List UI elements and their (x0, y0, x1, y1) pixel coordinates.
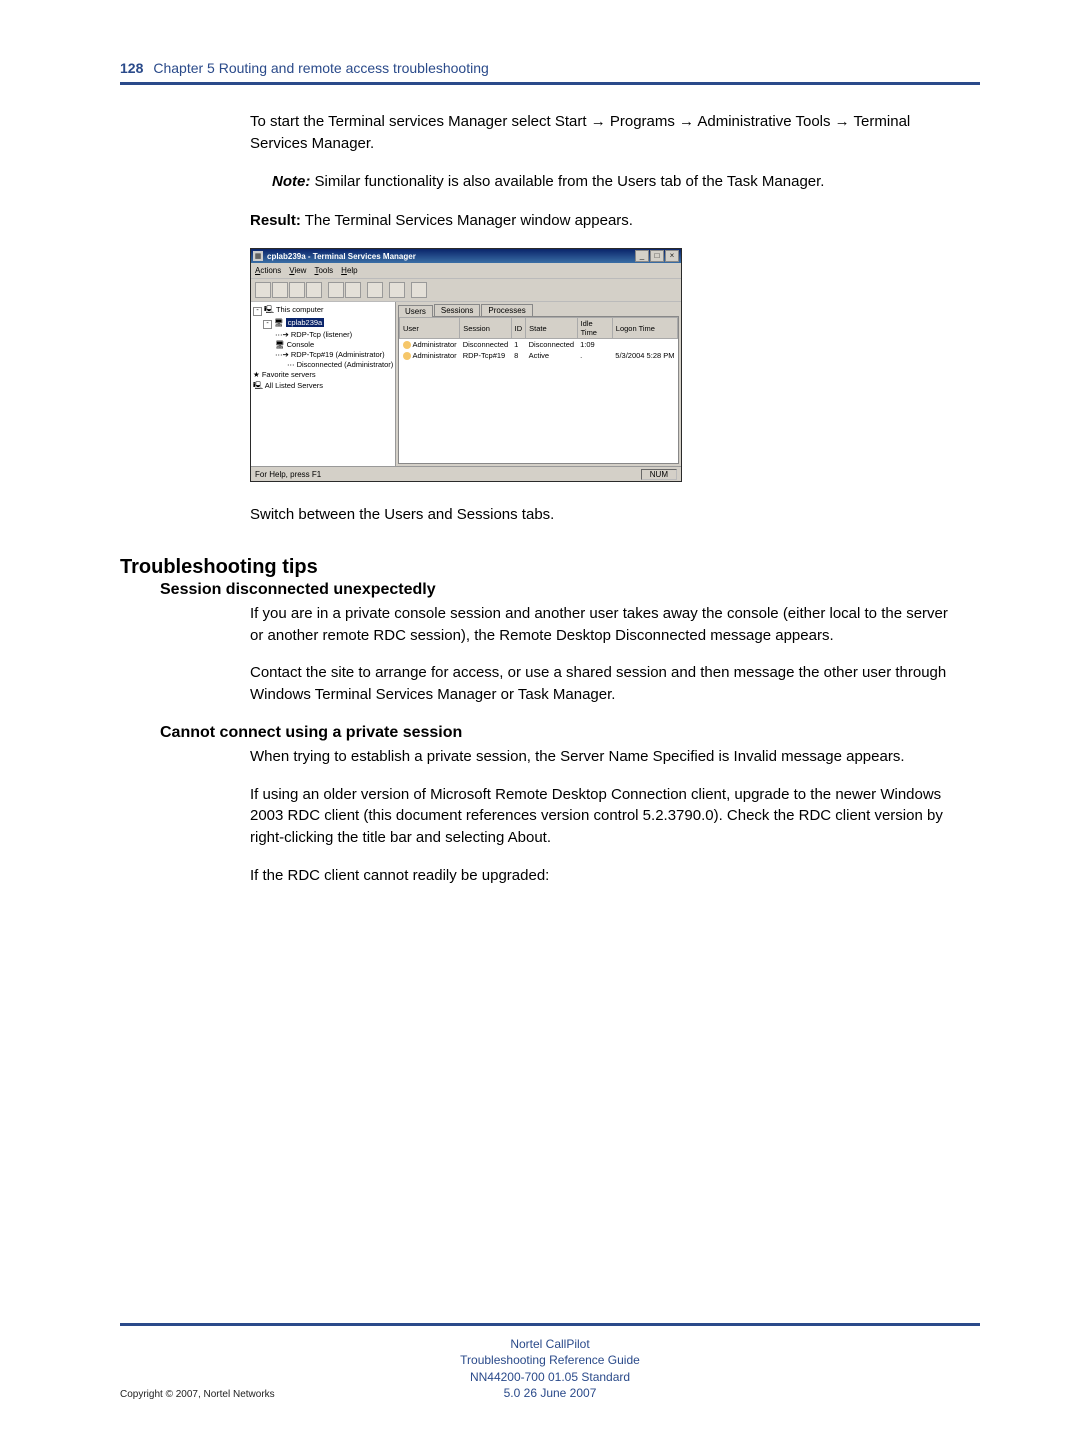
result-block: Result: The Terminal Services Manager wi… (250, 210, 960, 232)
tree-favorites[interactable]: Favorite servers (262, 370, 316, 379)
menu-bar: Actions View Tools Help (251, 263, 681, 279)
tree-collapse-icon[interactable]: - (263, 320, 272, 329)
maximize-button[interactable]: □ (650, 250, 664, 262)
col-id[interactable]: ID (511, 318, 526, 339)
status-help-text: For Help, press F1 (255, 470, 321, 479)
close-button[interactable]: × (665, 250, 679, 262)
user-icon (403, 341, 411, 349)
tree-node[interactable]: Disconnected (Administrator) (297, 360, 394, 369)
toolbar-button[interactable] (272, 282, 288, 298)
col-user[interactable]: User (400, 318, 460, 339)
heading-troubleshooting-tips: Troubleshooting tips (120, 556, 960, 579)
users-grid[interactable]: User Session ID State Idle Time Logon Ti… (398, 316, 679, 464)
tree-collapse-icon[interactable]: - (253, 307, 262, 316)
page-footer: Nortel CallPilot Troubleshooting Referen… (120, 1323, 980, 1400)
user-icon (403, 352, 411, 360)
tab-sessions[interactable]: Sessions (434, 304, 480, 316)
tab-processes[interactable]: Processes (481, 304, 532, 316)
note-text: Similar functionality is also available … (310, 173, 824, 190)
result-text: The Terminal Services Manager window app… (301, 212, 633, 229)
col-state[interactable]: State (526, 318, 577, 339)
toolbar-button[interactable] (389, 282, 405, 298)
tree-server-selected[interactable]: cplab239a (286, 318, 325, 327)
toolbar-button[interactable] (306, 282, 322, 298)
status-numlock: NUM (641, 469, 677, 480)
paragraph: If using an older version of Microsoft R… (250, 784, 960, 849)
note-label: Note: (272, 173, 310, 190)
tree-root[interactable]: This computer (276, 305, 324, 314)
toolbar-button[interactable] (345, 282, 361, 298)
tree-node[interactable]: Console (287, 340, 315, 349)
paragraph-switch-tabs: Switch between the Users and Sessions ta… (250, 504, 960, 526)
paragraph: If you are in a private console session … (250, 603, 960, 647)
tabs: Users Sessions Processes (396, 302, 681, 316)
heading-session-disconnected: Session disconnected unexpectedly (160, 581, 960, 599)
menu-actions[interactable]: Actions (255, 266, 281, 275)
result-label: Result: (250, 212, 301, 229)
footer-line3: NN44200-700 01.05 Standard (120, 1369, 980, 1385)
toolbar-button[interactable] (328, 282, 344, 298)
col-session[interactable]: Session (460, 318, 511, 339)
tree-all-servers[interactable]: All Listed Servers (265, 381, 323, 390)
toolbar (251, 279, 681, 302)
minimize-button[interactable]: _ (635, 250, 649, 262)
paragraph: If the RDC client cannot readily be upgr… (250, 865, 960, 887)
page-number: 128 (120, 60, 143, 76)
paragraph: When trying to establish a private sessi… (250, 746, 960, 768)
toolbar-button[interactable] (289, 282, 305, 298)
footer-line2: Troubleshooting Reference Guide (120, 1352, 980, 1368)
window-title: cplab239a - Terminal Services Manager (267, 252, 634, 261)
chapter-title: Chapter 5 Routing and remote access trou… (153, 60, 488, 76)
heading-cannot-connect-private: Cannot connect using a private session (160, 724, 960, 742)
col-idle[interactable]: Idle Time (577, 318, 612, 339)
paragraph-start-instructions: To start the Terminal services Manager s… (250, 111, 960, 155)
tab-users[interactable]: Users (398, 305, 433, 317)
menu-view[interactable]: View (289, 266, 306, 275)
toolbar-button[interactable] (255, 282, 271, 298)
paragraph: Contact the site to arrange for access, … (250, 662, 960, 706)
tree-node[interactable]: RDP-Tcp (listener) (291, 330, 352, 339)
table-row[interactable]: Administrator Disconnected 1 Disconnecte… (400, 339, 678, 351)
window-titlebar[interactable]: ▦ cplab239a - Terminal Services Manager … (251, 249, 681, 263)
terminal-services-manager-window: ▦ cplab239a - Terminal Services Manager … (250, 248, 682, 482)
page-header: 128 Chapter 5 Routing and remote access … (120, 60, 980, 85)
app-icon: ▦ (253, 251, 263, 261)
col-logon[interactable]: Logon Time (612, 318, 677, 339)
status-bar: For Help, press F1 NUM (251, 466, 681, 481)
menu-help[interactable]: Help (341, 266, 357, 275)
note-block: Note: Similar functionality is also avai… (272, 171, 960, 193)
server-tree[interactable]: -🖳 This computer -🖥 cplab239a ⋯➔ RDP-Tcp… (251, 302, 396, 466)
toolbar-button[interactable] (367, 282, 383, 298)
menu-tools[interactable]: Tools (314, 266, 333, 275)
toolbar-button[interactable] (411, 282, 427, 298)
footer-line1: Nortel CallPilot (120, 1336, 980, 1352)
table-row[interactable]: Administrator RDP-Tcp#19 8 Active . 5/3/… (400, 350, 678, 361)
tree-node[interactable]: RDP-Tcp#19 (Administrator) (291, 350, 385, 359)
